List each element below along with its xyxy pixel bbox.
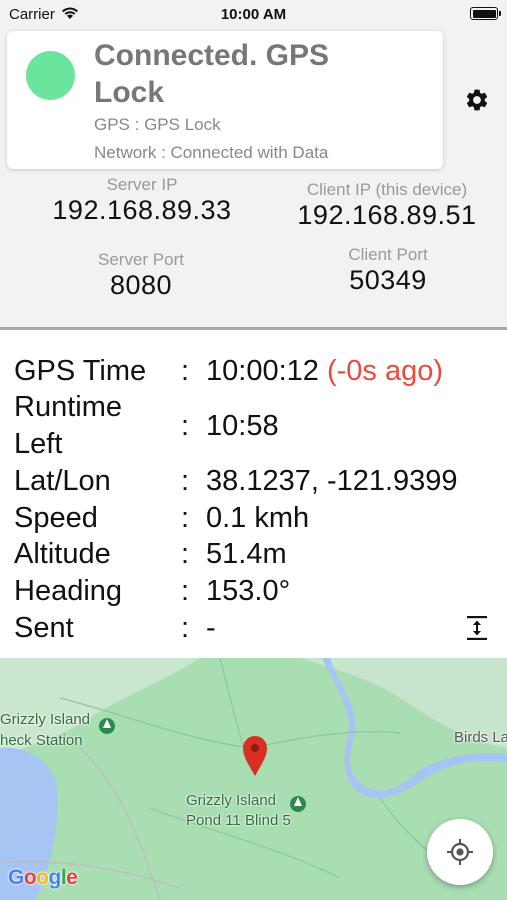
server-ip-value: 192.168.89.33 — [52, 195, 232, 225]
network-status: Network : Connected with Data — [94, 143, 329, 162]
my-location-button[interactable] — [427, 819, 493, 885]
separator: : — [181, 410, 190, 442]
status-bar: Carrier 10:00 AM — [0, 0, 507, 28]
connection-title: Connected. GPS Lock — [94, 39, 330, 109]
battery-icon — [470, 7, 501, 20]
gps-time-ago: (-0s ago) — [326, 355, 443, 387]
server-port-block: Server Port 8080 — [70, 250, 212, 301]
runtime-value: 10:58 — [206, 410, 279, 442]
separator: : — [181, 575, 190, 607]
clock: 10:00 AM — [220, 6, 287, 23]
client-ip-label: Client IP (this device) — [306, 180, 468, 199]
separator: : — [181, 612, 190, 644]
speed-value: 0.1 kmh — [206, 502, 310, 534]
crosshair-icon — [447, 839, 473, 865]
client-port-block: Client Port 50349 — [315, 245, 461, 296]
connection-indicator — [26, 51, 75, 100]
gps-status: GPS : GPS Lock — [94, 115, 221, 134]
connection-status-card: Connected. GPS Lock GPS : GPS Lock Netwo… — [7, 31, 443, 169]
altitude-label: Altitude — [14, 538, 111, 570]
heading-value: 153.0° — [206, 575, 291, 607]
separator: : — [181, 355, 190, 387]
tree-icon — [290, 796, 306, 812]
client-port-label: Client Port — [348, 245, 428, 264]
separator: : — [181, 538, 190, 570]
speed-label: Speed — [14, 502, 98, 534]
gps-time-label: GPS Time — [14, 355, 147, 387]
server-ip-block: Server IP 192.168.89.33 — [36, 175, 248, 226]
map-label-pond-2: Pond 11 Blind 5 — [186, 812, 291, 829]
altitude-value: 51.4m — [206, 538, 287, 570]
client-ip-value: 192.168.89.51 — [297, 200, 477, 230]
map-label-checkstation-2: heck Station — [0, 732, 83, 749]
google-logo: Google — [8, 866, 78, 889]
expand-vertical-icon[interactable] — [465, 614, 489, 642]
settings-gear-icon[interactable] — [464, 87, 490, 113]
separator: : — [181, 465, 190, 497]
map-label-birds: Birds La — [454, 729, 507, 746]
sent-value: - — [206, 612, 216, 644]
gps-time-value: 10:00:12 (-0s ago) — [206, 353, 443, 389]
server-port-label: Server Port — [98, 250, 184, 269]
map-label-checkstation-1: Grizzly Island — [0, 711, 91, 728]
tree-icon — [99, 718, 115, 734]
latlon-value: 38.1237, -121.9399 — [206, 465, 458, 497]
heading-label: Heading — [14, 575, 123, 607]
runtime-label-line2: Left — [14, 428, 63, 460]
latlon-label: Lat/Lon — [14, 465, 111, 497]
runtime-label-line1: Runtime — [14, 391, 122, 423]
gps-time-text: 10:00:12 — [206, 355, 319, 387]
client-ip-block: Client IP (this device) 192.168.89.51 — [278, 180, 496, 231]
client-port-value: 50349 — [349, 265, 427, 295]
server-port-value: 8080 — [109, 270, 173, 300]
server-ip-label: Server IP — [106, 175, 178, 194]
map-label-pond-1: Grizzly Island — [186, 792, 277, 809]
separator: : — [181, 502, 190, 534]
sent-label: Sent — [14, 612, 74, 644]
